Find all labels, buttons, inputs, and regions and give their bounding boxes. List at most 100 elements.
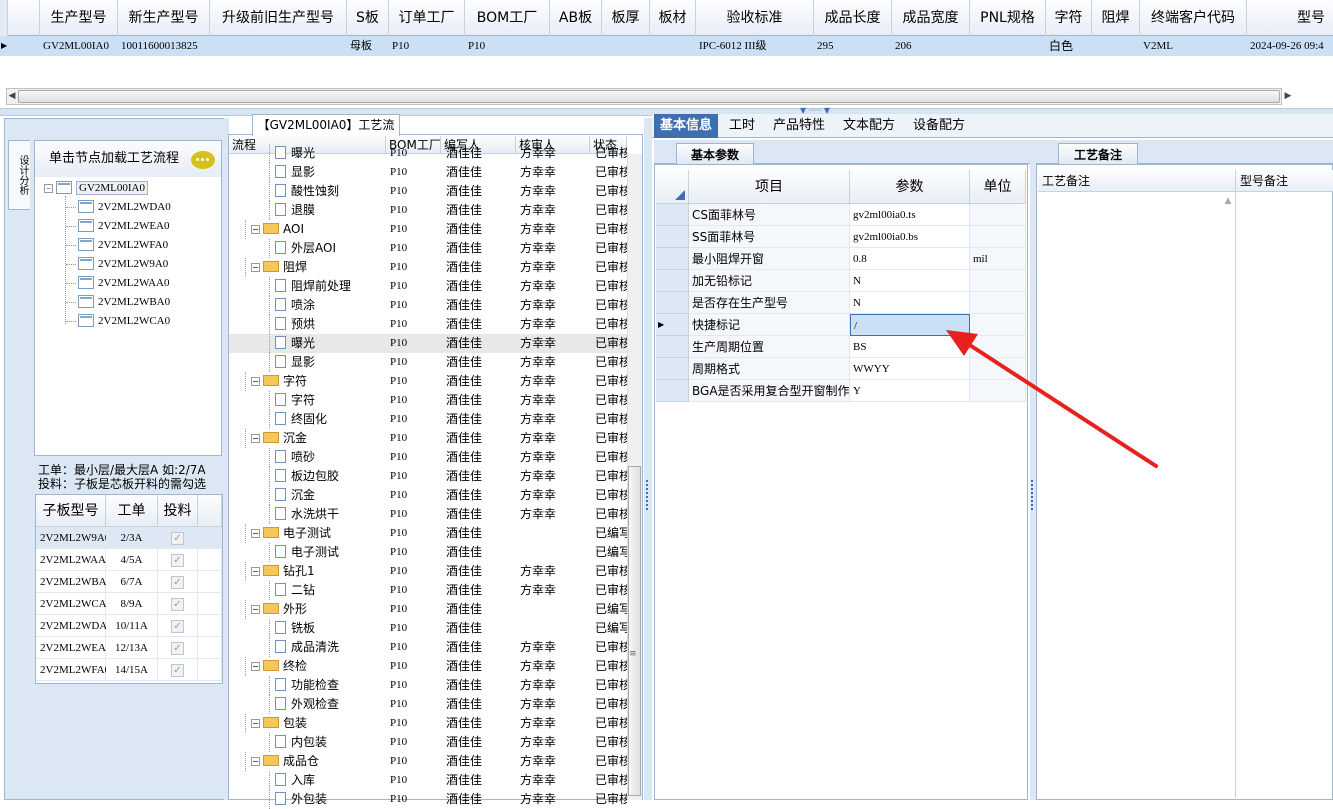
sub-cell-order[interactable]: 2/3A — [106, 527, 158, 549]
scroll-right-icon[interactable]: ▶ — [1283, 90, 1293, 103]
col-solder-mask[interactable]: 阻焊 — [1092, 0, 1140, 36]
tree-child-node[interactable]: 2V2ML2WAA0 — [66, 274, 170, 293]
scroll-left-icon[interactable]: ◀ — [7, 90, 17, 103]
col-old-model[interactable]: 升级前旧生产型号 — [210, 0, 347, 36]
param-value[interactable]: 0.8 — [850, 248, 970, 270]
cell-width[interactable]: 206 — [892, 36, 970, 56]
process-row[interactable]: 喷涂 P10 酒佳佳 方幸幸 已审核 — [229, 296, 627, 315]
process-row[interactable]: − 外形 P10 酒佳佳 已编写 — [229, 600, 627, 619]
row-header[interactable] — [656, 292, 689, 314]
param-value[interactable]: gv2ml00ia0.bs — [850, 226, 970, 248]
collapse-icon[interactable]: − — [251, 662, 260, 671]
process-row[interactable]: − AOI P10 酒佳佳 方幸幸 已审核 — [229, 220, 627, 239]
process-row[interactable]: 喷砂 P10 酒佳佳 方幸幸 已审核 — [229, 448, 627, 467]
tree-child-node[interactable]: 2V2ML2W9A0 — [66, 255, 168, 274]
cell-s-board[interactable]: 母板 — [347, 36, 389, 56]
craft-notes-textarea[interactable] — [1038, 192, 1236, 798]
sub-cell-order[interactable]: 12/13A — [106, 637, 158, 659]
cell-order-factory[interactable]: P10 — [389, 36, 465, 56]
sub-cell-model[interactable]: 2V2ML2WBA0 — [36, 571, 112, 593]
process-row[interactable]: 曝光 P10 酒佳佳 方幸幸 已审核 — [229, 144, 627, 163]
process-row[interactable]: 外观检查 P10 酒佳佳 方幸幸 已审核 — [229, 695, 627, 714]
feed-checkbox[interactable]: ✓ — [171, 531, 184, 545]
row-header[interactable] — [656, 248, 689, 270]
col-thickness[interactable]: 板厚 — [602, 0, 650, 36]
sub-cell-feed[interactable]: ✓ — [158, 549, 198, 571]
process-row[interactable]: 电子测试 P10 酒佳佳 已编写 — [229, 543, 627, 562]
row-header[interactable] — [656, 358, 689, 380]
row-header[interactable]: ▶ — [656, 314, 689, 336]
feed-checkbox[interactable]: ✓ — [171, 597, 184, 611]
collapse-icon[interactable]: − — [44, 183, 53, 193]
process-row[interactable]: 酸性蚀刻 P10 酒佳佳 方幸幸 已审核 — [229, 182, 627, 201]
col-length[interactable]: 成品长度 — [814, 0, 892, 36]
basic-col-value[interactable]: 参数 — [850, 170, 970, 204]
col-s-board[interactable]: S板 — [347, 0, 389, 36]
col-customer-code[interactable]: 终端客户代码 — [1140, 0, 1247, 36]
process-tab[interactable]: 【GV2ML00IA0】工艺流程 — [252, 114, 400, 152]
param-value[interactable]: gv2ml00ia0.ts — [850, 204, 970, 226]
col-pnl[interactable]: PNL规格 — [970, 0, 1046, 36]
col-width[interactable]: 成品宽度 — [892, 0, 970, 36]
tree-child-node[interactable]: 2V2ML2WBA0 — [66, 293, 170, 312]
side-tab-design[interactable]: 设计分析 — [8, 140, 30, 210]
process-scroll-thumb[interactable] — [628, 466, 641, 796]
sub-cell-model[interactable]: 2V2ML2WEA0 — [36, 637, 112, 659]
cell-legend[interactable]: 白色 — [1046, 36, 1092, 56]
process-row[interactable]: 退膜 P10 酒佳佳 方幸幸 已审核 — [229, 201, 627, 220]
process-row[interactable]: − 字符 P10 酒佳佳 方幸幸 已审核 — [229, 372, 627, 391]
row-header[interactable] — [656, 226, 689, 248]
sub-cell-model[interactable]: 2V2ML2W9A0 — [36, 527, 110, 549]
feed-checkbox[interactable]: ✓ — [171, 619, 184, 633]
cell-bom-factory[interactable]: P10 — [465, 36, 550, 56]
col-standard[interactable]: 验收标准 — [696, 0, 814, 36]
col-new-model[interactable]: 新生产型号 — [118, 0, 210, 36]
col-order-factory[interactable]: 订单工厂 — [389, 0, 465, 36]
sub-cell-order[interactable]: 6/7A — [106, 571, 158, 593]
row-header[interactable] — [656, 270, 689, 292]
process-row[interactable]: − 电子测试 P10 酒佳佳 已编写 — [229, 524, 627, 543]
tab-basic-info[interactable]: 基本信息 — [654, 114, 718, 138]
model-notes-header[interactable]: 型号备注 — [1236, 170, 1333, 192]
process-row[interactable]: 板边包胶 P10 酒佳佳 方幸幸 已审核 — [229, 467, 627, 486]
process-row[interactable]: 显影 P10 酒佳佳 方幸幸 已审核 — [229, 353, 627, 372]
row-header[interactable] — [656, 204, 689, 226]
collapse-icon[interactable]: − — [251, 377, 260, 386]
col-model-extra[interactable]: 型号 — [1247, 0, 1333, 36]
sub-col-feed[interactable]: 投料 — [158, 495, 198, 527]
process-row[interactable]: 预烘 P10 酒佳佳 方幸幸 已审核 — [229, 315, 627, 334]
process-row[interactable]: 二钻 P10 酒佳佳 方幸幸 已审核 — [229, 581, 627, 600]
process-row[interactable]: 字符 P10 酒佳佳 方幸幸 已审核 — [229, 391, 627, 410]
col-legend[interactable]: 字符 — [1046, 0, 1092, 36]
sub-cell-feed[interactable]: ✓ — [158, 637, 198, 659]
process-row[interactable]: − 成品仓 P10 酒佳佳 方幸幸 已审核 — [229, 752, 627, 771]
sub-cell-feed[interactable]: ✓ — [158, 615, 198, 637]
cell-length[interactable]: 295 — [814, 36, 892, 56]
sub-cell-model[interactable]: 2V2ML2WFA0 — [36, 659, 110, 681]
process-row[interactable]: 功能检查 P10 酒佳佳 方幸幸 已审核 — [229, 676, 627, 695]
sub-cell-feed[interactable]: ✓ — [158, 527, 198, 549]
textarea-scroll-up-icon[interactable]: ▲ — [1222, 196, 1234, 208]
param-value[interactable]: N — [850, 270, 970, 292]
col-bom-factory[interactable]: BOM工厂 — [465, 0, 550, 36]
cell-date[interactable]: 2024-09-26 09:4 — [1247, 36, 1333, 56]
process-row[interactable]: − 钻孔1 P10 酒佳佳 方幸幸 已审核 — [229, 562, 627, 581]
collapse-icon[interactable]: − — [251, 263, 260, 272]
process-row[interactable]: 铣板 P10 酒佳佳 已编写 — [229, 619, 627, 638]
tab-text-recipe[interactable]: 文本配方 — [838, 114, 900, 138]
top-scroll-thumb[interactable] — [18, 90, 1280, 103]
col-ab-board[interactable]: AB板 — [550, 0, 602, 36]
sub-col-model[interactable]: 子板型号 — [36, 495, 106, 527]
basic-col-item[interactable]: 项目 — [689, 170, 850, 204]
subtab-craft-notes[interactable]: 工艺备注 — [1058, 143, 1138, 165]
process-row[interactable]: − 终检 P10 酒佳佳 方幸幸 已审核 — [229, 657, 627, 676]
col-model[interactable]: 生产型号 — [40, 0, 118, 36]
sub-cell-feed[interactable]: ✓ — [158, 593, 198, 615]
cell-standard[interactable]: IPC-6012 III级 — [696, 36, 814, 56]
collapse-icon[interactable]: − — [251, 529, 260, 538]
process-row[interactable]: 外层AOI P10 酒佳佳 方幸幸 已审核 — [229, 239, 627, 258]
process-row[interactable]: − 阻焊 P10 酒佳佳 方幸幸 已审核 — [229, 258, 627, 277]
collapse-icon[interactable]: − — [251, 757, 260, 766]
process-row[interactable]: 沉金 P10 酒佳佳 方幸幸 已审核 — [229, 486, 627, 505]
sub-cell-model[interactable]: 2V2ML2WDA0 — [36, 615, 113, 637]
